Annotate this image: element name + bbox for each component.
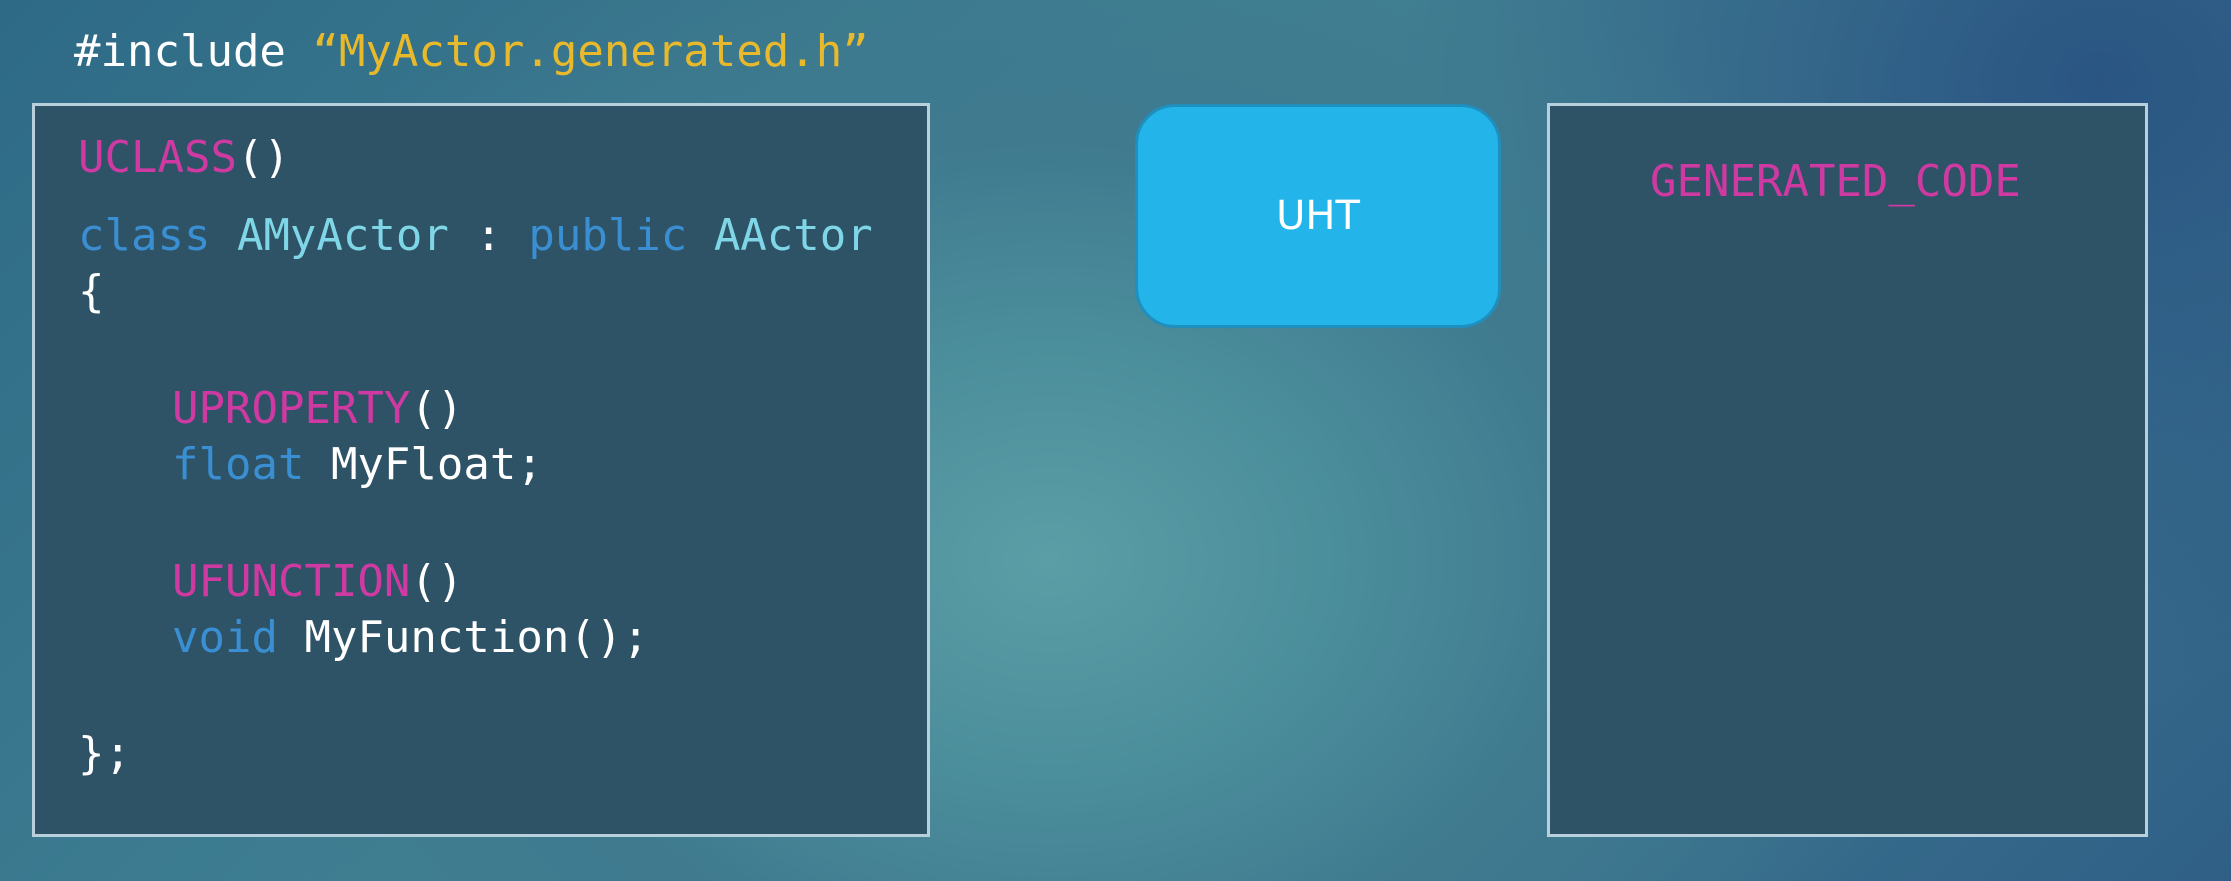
code-line-class-decl: class AMyActor : public AActor: [78, 208, 873, 264]
class-keyword: class: [78, 210, 211, 261]
include-filename: “MyActor.generated.h”: [312, 26, 869, 77]
uproperty-macro: UPROPERTY: [172, 383, 411, 434]
ufunction-parens: (): [410, 556, 464, 607]
class-name: AMyActor: [236, 210, 449, 261]
base-class-name: AActor: [713, 210, 873, 261]
include-keyword: #include: [74, 26, 313, 77]
float-type: float: [172, 439, 305, 490]
code-line-uproperty: UPROPERTY(): [172, 381, 463, 437]
void-type: void: [172, 612, 278, 663]
uht-label: UHT: [1276, 193, 1360, 239]
uht-box: UHT: [1135, 104, 1501, 328]
ufunction-macro: UFUNCTION: [172, 556, 411, 607]
code-line-ufunction: UFUNCTION(): [172, 554, 463, 610]
code-line-uclass: UCLASS(): [78, 130, 290, 186]
code-line-open-brace: {: [78, 264, 105, 320]
public-keyword: public: [528, 210, 688, 261]
code-line-void-decl: void MyFunction();: [172, 610, 649, 666]
source-code-panel: UCLASS() class AMyActor : public AActor …: [32, 103, 930, 837]
float-member: MyFloat;: [304, 439, 543, 490]
code-line-float-decl: float MyFloat;: [172, 437, 543, 493]
close-brace: };: [78, 728, 131, 779]
uclass-parens: (): [236, 132, 290, 183]
generated-code-label: GENERATED_CODE: [1650, 156, 2021, 207]
open-brace: {: [78, 266, 105, 317]
inheritance-colon: :: [448, 210, 529, 261]
uclass-macro: UCLASS: [78, 132, 237, 183]
function-member: MyFunction();: [277, 612, 649, 663]
generated-code-panel: GENERATED_CODE: [1547, 103, 2148, 837]
include-directive: #include “MyActor.generated.h”: [74, 22, 869, 82]
uproperty-parens: (): [410, 383, 464, 434]
code-line-close-brace: };: [78, 726, 131, 782]
